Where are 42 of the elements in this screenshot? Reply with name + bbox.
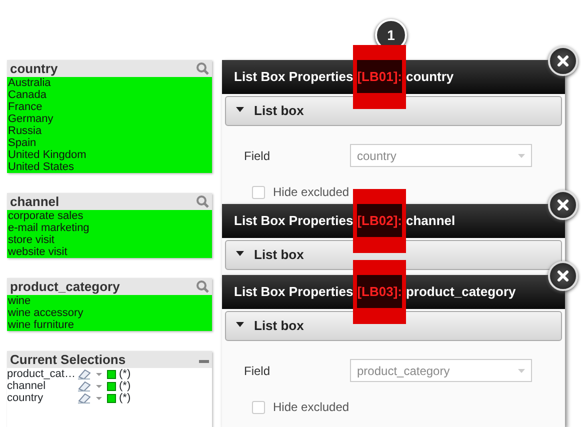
list-box-title: country	[10, 62, 58, 75]
field-name: channel	[7, 380, 47, 392]
list-item[interactable]: Australia	[7, 77, 212, 89]
list-item[interactable]: United States	[7, 161, 212, 173]
checkbox-label: Hide excluded	[273, 184, 350, 201]
dialog-title: List Box Properties	[234, 283, 354, 302]
list-item[interactable]: Spain	[7, 137, 212, 149]
list-item[interactable]: website visit	[7, 246, 212, 258]
selection-value: (*)	[119, 380, 131, 392]
list-item[interactable]: corporate sales	[7, 210, 212, 222]
dialog-object-name: country	[406, 68, 454, 86]
dialog-object-name: product_category	[406, 283, 516, 302]
list-item[interactable]: Germany	[7, 113, 212, 125]
dialog-title: List Box Properties	[234, 212, 354, 230]
selection-value: (*)	[119, 392, 131, 404]
list-item[interactable]: Canada	[7, 89, 212, 101]
panel-title: Current Selections	[10, 353, 126, 366]
list-item[interactable]: e-mail marketing	[7, 222, 212, 234]
field-name: product_cat…	[7, 368, 76, 380]
object-id: [LB01]:	[357, 60, 402, 94]
field-dropdown[interactable]: product_category	[350, 359, 532, 382]
dialog-object-name: channel	[406, 212, 456, 230]
list-item[interactable]: Russia	[7, 125, 212, 137]
list-item[interactable]: wine accessory	[7, 307, 212, 319]
list-item[interactable]: France	[7, 101, 212, 113]
list-item[interactable]: United Kingdom	[7, 149, 212, 161]
list-item[interactable]: store visit	[7, 234, 212, 246]
object-id: [LB03]:	[357, 275, 402, 308]
field-label: Field	[244, 362, 272, 380]
field-dropdown[interactable]: country	[350, 144, 532, 167]
field-label: Field	[244, 148, 272, 164]
object-id: [LB02]:	[357, 204, 402, 238]
field-name: country	[7, 392, 44, 404]
dialog-title: List Box Properties	[234, 68, 354, 86]
checkbox-label: Hide excluded	[273, 399, 350, 416]
section-header[interactable]: List box	[225, 311, 562, 341]
list-item[interactable]: wine furniture	[7, 319, 212, 331]
list-item[interactable]: wine	[7, 295, 212, 307]
list-box-title: channel	[10, 195, 60, 208]
selection-value: (*)	[119, 368, 131, 380]
section-header[interactable]: List box	[225, 96, 562, 126]
list-box-title: product_category	[10, 280, 120, 293]
